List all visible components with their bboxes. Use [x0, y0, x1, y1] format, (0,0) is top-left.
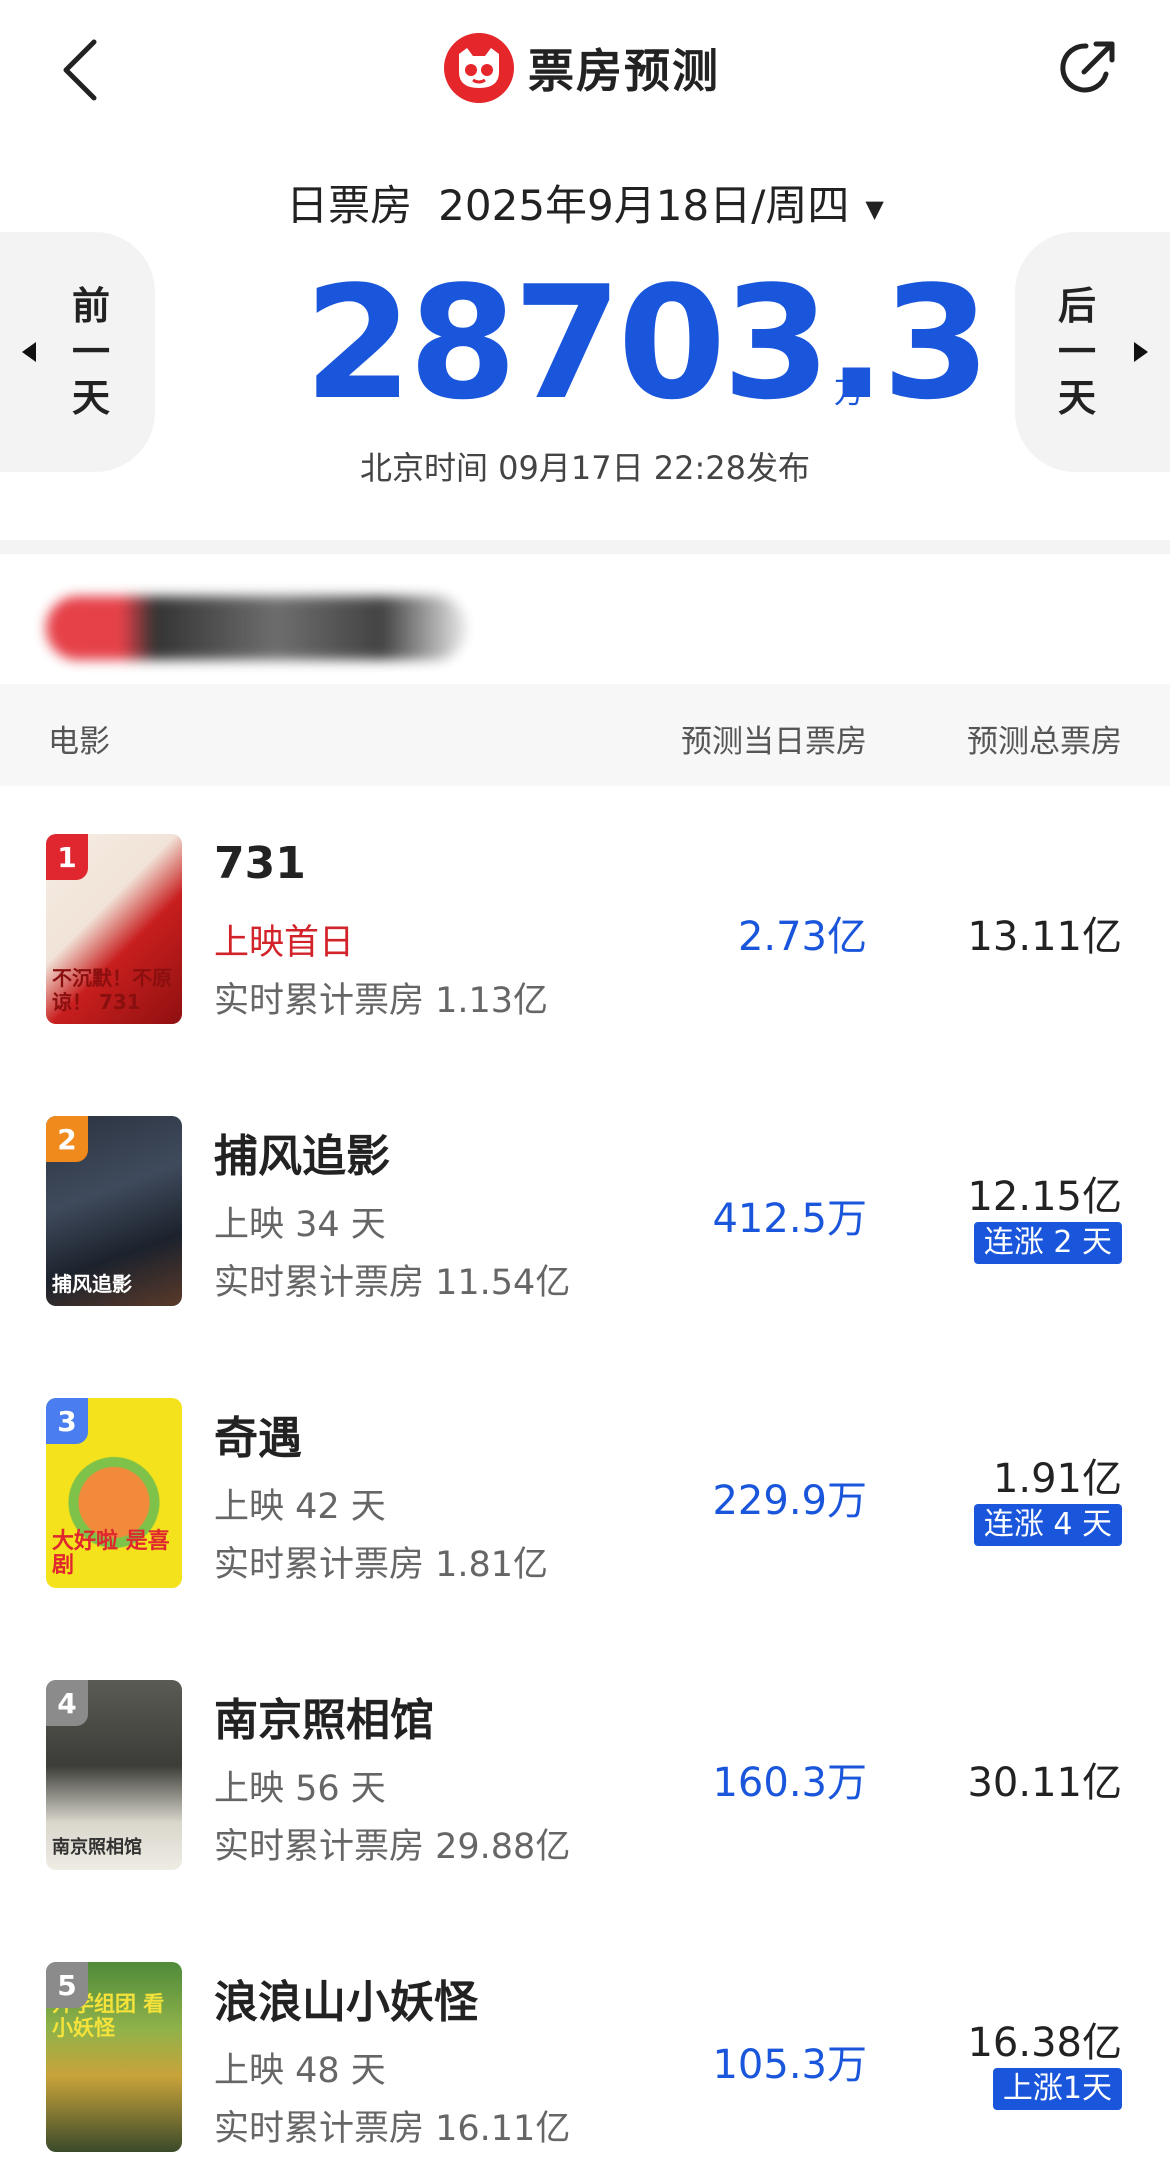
table-row[interactable]: 不沉默！不原谅！ 731 1 731 上映首日 实时累计票房 1.13亿 2.7…: [0, 786, 1170, 1068]
predicted-day-box-office: 2.73亿: [737, 914, 867, 960]
release-status: 上映 56 天: [214, 1769, 386, 1809]
rank-badge: 4: [46, 1680, 88, 1726]
poster-caption: 南京照相馆: [52, 1837, 142, 1858]
release-status: 上映首日: [214, 923, 355, 963]
trend-badge: 上涨1天: [992, 2068, 1122, 2110]
predicted-total-box-office: 1.91亿: [992, 1456, 1122, 1502]
page-title: 票房预测: [528, 44, 720, 98]
poster-caption: 捕风追影: [52, 1272, 132, 1296]
next-day-char: 一: [1057, 330, 1096, 374]
column-header-total: 预测总票房: [967, 724, 1122, 760]
date-selector[interactable]: 日票房 2025年9月18日/周四 ▼: [0, 172, 1170, 233]
movie-poster[interactable]: 开学组团 看小妖怪 5: [46, 1962, 182, 2152]
cumulative-box-office: 实时累计票房 16.11亿: [214, 2109, 571, 2149]
next-day-button[interactable]: 后 一 天: [1015, 232, 1170, 472]
movie-title: 731: [214, 838, 306, 889]
date-label: 日票房: [286, 181, 413, 230]
total-unit: 万: [834, 376, 864, 411]
movie-title: 浪浪山小妖怪: [214, 1977, 478, 2028]
triangle-right-icon: [1134, 342, 1148, 362]
movie-poster[interactable]: 大好啦 是喜剧 3: [46, 1398, 182, 1588]
caret-down-icon: ▼: [865, 194, 884, 223]
release-status: 上映 48 天: [214, 2051, 386, 2091]
table-row[interactable]: 开学组团 看小妖怪 5 浪浪山小妖怪 上映 48 天 实时累计票房 16.11亿…: [0, 1914, 1170, 2182]
poster-caption: 不沉默！不原谅！ 731: [52, 966, 172, 1014]
trend-badge: 连涨 4 天: [973, 1504, 1122, 1546]
prev-day-char: 前: [71, 284, 110, 328]
movie-poster[interactable]: 南京照相馆 4: [46, 1680, 182, 1870]
back-button[interactable]: [50, 30, 110, 110]
predicted-total-box-office: 12.15亿: [967, 1174, 1122, 1220]
prev-day-char: 一: [71, 330, 110, 374]
table-row[interactable]: 南京照相馆 4 南京照相馆 上映 56 天 实时累计票房 29.88亿 160.…: [0, 1632, 1170, 1914]
share-button[interactable]: [1052, 32, 1124, 104]
title-group: 票房预测: [444, 32, 720, 104]
movie-title: 奇遇: [214, 1413, 302, 1464]
column-header-movie: 电影: [48, 724, 110, 760]
table-row[interactable]: 大好啦 是喜剧 3 奇遇 上映 42 天 实时累计票房 1.81亿 229.9万…: [0, 1350, 1170, 1632]
poster-caption: 大好啦 是喜剧: [52, 1529, 170, 1578]
section-divider: [0, 540, 1170, 554]
predicted-day-box-office: 229.9万: [712, 1478, 867, 1524]
share-icon: [1060, 41, 1115, 93]
top-bar: 票房预测: [0, 0, 1170, 140]
table-row[interactable]: 捕风追影 2 捕风追影 上映 34 天 实时累计票房 11.54亿 412.5万…: [0, 1068, 1170, 1350]
predicted-total-box-office: 13.11亿: [967, 914, 1122, 960]
publish-time: 北京时间 09月17日 22:28发布: [359, 449, 810, 487]
movie-title: 南京照相馆: [214, 1695, 434, 1746]
chevron-left-icon: [63, 39, 97, 101]
daily-box-office-total: 28703.3: [304, 252, 991, 434]
triangle-left-icon: [22, 342, 36, 362]
trend-badge: 连涨 2 天: [973, 1222, 1122, 1264]
rank-badge: 3: [46, 1398, 88, 1444]
next-day-char: 后: [1057, 284, 1096, 328]
rank-badge: 1: [46, 834, 88, 880]
rank-badge: 5: [46, 1962, 88, 2008]
release-status: 上映 42 天: [214, 1487, 386, 1527]
redacted-banner: [46, 596, 466, 660]
cumulative-box-office: 实时累计票房 29.88亿: [214, 1827, 571, 1867]
movie-title: 捕风追影: [214, 1131, 390, 1182]
rank-badge: 2: [46, 1116, 88, 1162]
maoyan-cat-logo-icon: [444, 33, 514, 103]
predicted-day-box-office: 105.3万: [712, 2042, 867, 2088]
prev-day-char: 天: [71, 376, 110, 420]
previous-day-button[interactable]: 前 一 天: [0, 232, 155, 472]
cumulative-box-office: 实时累计票房 11.54亿: [214, 1263, 571, 1303]
predicted-total-box-office: 30.11亿: [967, 1760, 1122, 1806]
release-status: 上映 34 天: [214, 1205, 386, 1245]
movie-poster[interactable]: 不沉默！不原谅！ 731 1: [46, 834, 182, 1024]
predicted-total-box-office: 16.38亿: [967, 2020, 1122, 2066]
column-header-day: 预测当日票房: [681, 724, 867, 760]
cumulative-box-office: 实时累计票房 1.81亿: [214, 1545, 549, 1585]
table-header: 电影 预测当日票房 预测总票房: [0, 684, 1170, 786]
predicted-day-box-office: 412.5万: [712, 1196, 867, 1242]
predicted-day-box-office: 160.3万: [712, 1760, 867, 1806]
date-value: 2025年9月18日/周四: [438, 181, 850, 230]
next-day-char: 天: [1057, 376, 1096, 420]
cumulative-box-office: 实时累计票房 1.13亿: [214, 981, 549, 1021]
movie-poster[interactable]: 捕风追影 2: [46, 1116, 182, 1306]
